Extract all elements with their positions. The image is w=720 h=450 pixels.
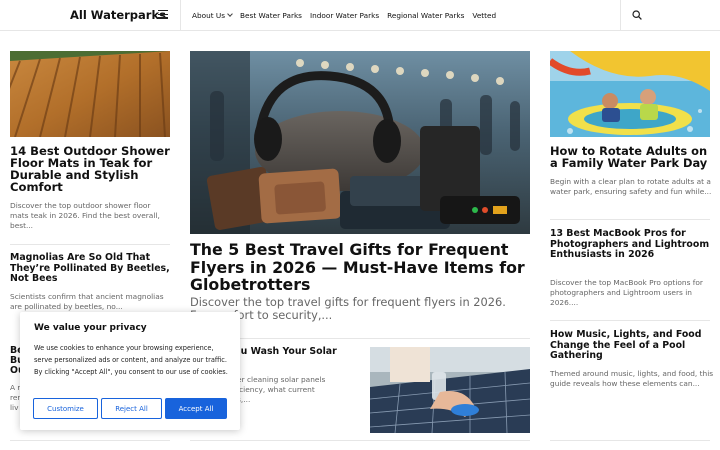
main-nav: About Us Best Water Parks Indoor Water P… xyxy=(192,11,496,20)
water-park-family-image[interactable] xyxy=(550,51,710,137)
divider xyxy=(550,440,710,441)
nav-item-about-us[interactable]: About Us xyxy=(192,11,233,20)
article-excerpt: ...er cleaning solar panels xyxy=(230,375,326,384)
reject-all-button[interactable]: Reject All xyxy=(101,398,162,419)
article-excerpt-line: A r xyxy=(10,383,21,392)
nav-item-best-water-parks[interactable]: Best Water Parks xyxy=(240,11,302,20)
accept-all-button[interactable]: Accept All xyxy=(165,398,227,419)
article-excerpt-line: liv xyxy=(10,403,19,412)
featured-article-excerpt: F... comfort to security,... xyxy=(190,308,333,322)
solar-panel-cleaning-image[interactable] xyxy=(370,347,530,433)
divider xyxy=(190,440,530,441)
nav-item-label: About Us xyxy=(192,11,226,20)
nav-item-indoor-water-parks[interactable]: Indoor Water Parks xyxy=(310,11,379,20)
chevron-down-icon xyxy=(227,11,233,17)
divider xyxy=(550,320,710,321)
teak-shower-mat-image[interactable] xyxy=(10,51,170,137)
article-title[interactable]: How to Rotate Adults on a Family Water P… xyxy=(550,145,715,169)
article-title[interactable]: 14 Best Outdoor Shower Floor Mats in Tea… xyxy=(10,145,180,193)
divider xyxy=(10,440,170,441)
nav-item-label: Regional Water Parks xyxy=(387,11,465,20)
search-icon[interactable] xyxy=(632,10,642,20)
customize-button[interactable]: Customize xyxy=(33,398,98,419)
nav-item-label: Vetted xyxy=(472,11,497,20)
divider xyxy=(190,338,530,339)
cookie-banner-title: We value your privacy xyxy=(34,323,147,333)
article-excerpt: Themed around music, lights, and food, t… xyxy=(550,369,714,388)
cookie-consent-banner: We value your privacy We use cookies to … xyxy=(20,312,240,430)
nav-item-label: Indoor Water Parks xyxy=(310,11,380,20)
nav-item-vetted[interactable]: Vetted xyxy=(472,11,496,20)
site-logo[interactable]: All Waterparks xyxy=(70,8,166,22)
article-title[interactable]: How Music, Lights, and Food Change the F… xyxy=(550,329,712,362)
featured-article-title[interactable]: The 5 Best Travel Gifts for Frequent Fly… xyxy=(190,241,530,294)
article-excerpt-line: rer xyxy=(10,393,21,402)
nav-item-label: Best Water Parks xyxy=(240,11,302,20)
article-title[interactable]: Magnolias Are So Old That They’re Pollin… xyxy=(10,252,175,285)
article-title[interactable]: 13 Best MacBook Pros for Photographers a… xyxy=(550,228,710,261)
article-excerpt: Discover the top MacBook Pro options for… xyxy=(550,278,703,307)
header-divider xyxy=(180,0,181,31)
site-header: All Waterparks About Us Best Water Parks… xyxy=(0,0,720,31)
article-excerpt: ...iciency, what current xyxy=(230,385,315,394)
cookie-banner-text: We use cookies to enhance your browsing … xyxy=(34,344,228,376)
article-excerpt: ...s,... xyxy=(230,395,251,404)
article-excerpt: Begin with a clear plan to rotate adults… xyxy=(550,177,712,196)
travel-gifts-image[interactable] xyxy=(190,51,530,234)
nav-item-regional-water-parks[interactable]: Regional Water Parks xyxy=(387,11,464,20)
article-excerpt: Scientists confirm that ancient magnolia… xyxy=(10,292,164,311)
article-title[interactable]: ...u Wash Your Solar xyxy=(230,346,360,357)
header-divider xyxy=(620,0,621,31)
divider xyxy=(550,219,710,220)
divider xyxy=(10,244,170,245)
article-excerpt: Discover the top outdoor shower floor ma… xyxy=(10,201,160,230)
menu-icon[interactable] xyxy=(158,10,168,19)
